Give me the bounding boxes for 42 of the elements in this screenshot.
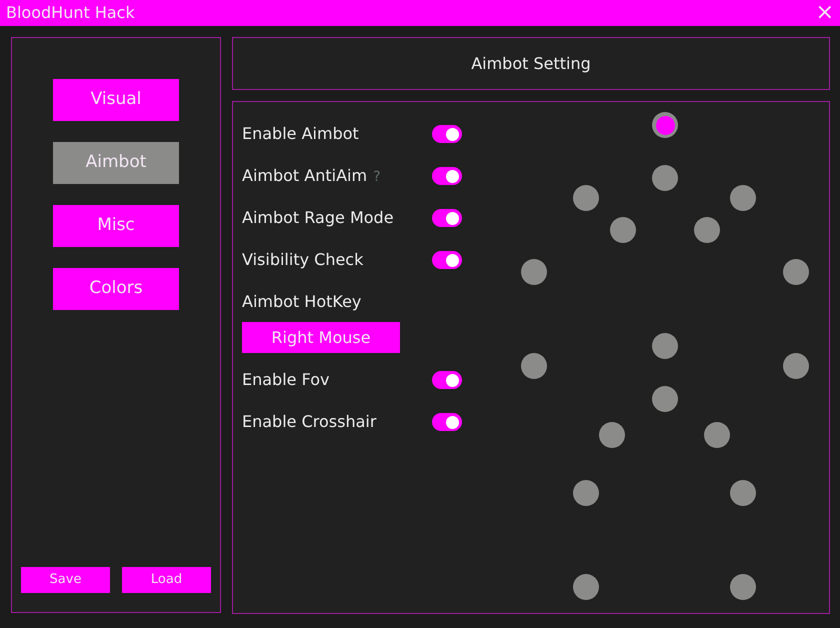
toggle-switch[interactable] — [432, 251, 462, 269]
sidebar-tab[interactable]: Misc — [53, 205, 179, 247]
setting-label: Aimbot Rage Mode — [242, 207, 394, 229]
setting-label: Enable Aimbot — [242, 123, 359, 145]
sidebar-tab[interactable]: Visual — [53, 79, 179, 121]
bone-point[interactable] — [521, 259, 547, 285]
sidebar-action-button[interactable]: Save — [21, 567, 110, 593]
close-button[interactable]: × — [816, 2, 834, 24]
bone-point[interactable] — [652, 333, 678, 359]
window-title: BloodHunt Hack — [6, 2, 135, 24]
bone-point[interactable] — [704, 422, 730, 448]
bone-point[interactable] — [730, 574, 756, 600]
toggle-switch[interactable] — [432, 371, 462, 389]
hotkey-button[interactable]: Right Mouse — [242, 322, 400, 353]
bone-point[interactable] — [730, 480, 756, 506]
bone-point[interactable] — [573, 574, 599, 600]
toggle-switch[interactable] — [432, 167, 462, 185]
help-hint[interactable]: ? — [373, 167, 380, 188]
bone-point[interactable] — [652, 165, 678, 191]
setting-label: Aimbot HotKey — [242, 291, 362, 313]
setting-label: Visibility Check — [242, 249, 364, 271]
bone-point[interactable] — [730, 185, 756, 211]
bone-point[interactable] — [610, 217, 636, 243]
bone-point[interactable] — [694, 217, 720, 243]
bone-point[interactable] — [573, 185, 599, 211]
bone-point[interactable] — [521, 353, 547, 379]
setting-label: Enable Fov — [242, 369, 330, 391]
toggle-switch[interactable] — [432, 413, 462, 431]
sidebar-action-button[interactable]: Load — [122, 567, 211, 593]
bone-point[interactable] — [783, 353, 809, 379]
setting-label: Aimbot AntiAim — [242, 165, 368, 187]
bone-point[interactable] — [573, 480, 599, 506]
sidebar-tab[interactable]: Colors — [53, 268, 179, 310]
bone-point[interactable] — [783, 259, 809, 285]
sidebar-tab[interactable]: Aimbot — [53, 142, 179, 184]
setting-label: Enable Crosshair — [242, 411, 376, 433]
bone-point[interactable] — [652, 112, 678, 138]
bone-point[interactable] — [652, 386, 678, 412]
header-title: Aimbot Setting — [471, 52, 591, 74]
bone-point[interactable] — [599, 422, 625, 448]
toggle-switch[interactable] — [432, 209, 462, 227]
toggle-switch[interactable] — [432, 125, 462, 143]
